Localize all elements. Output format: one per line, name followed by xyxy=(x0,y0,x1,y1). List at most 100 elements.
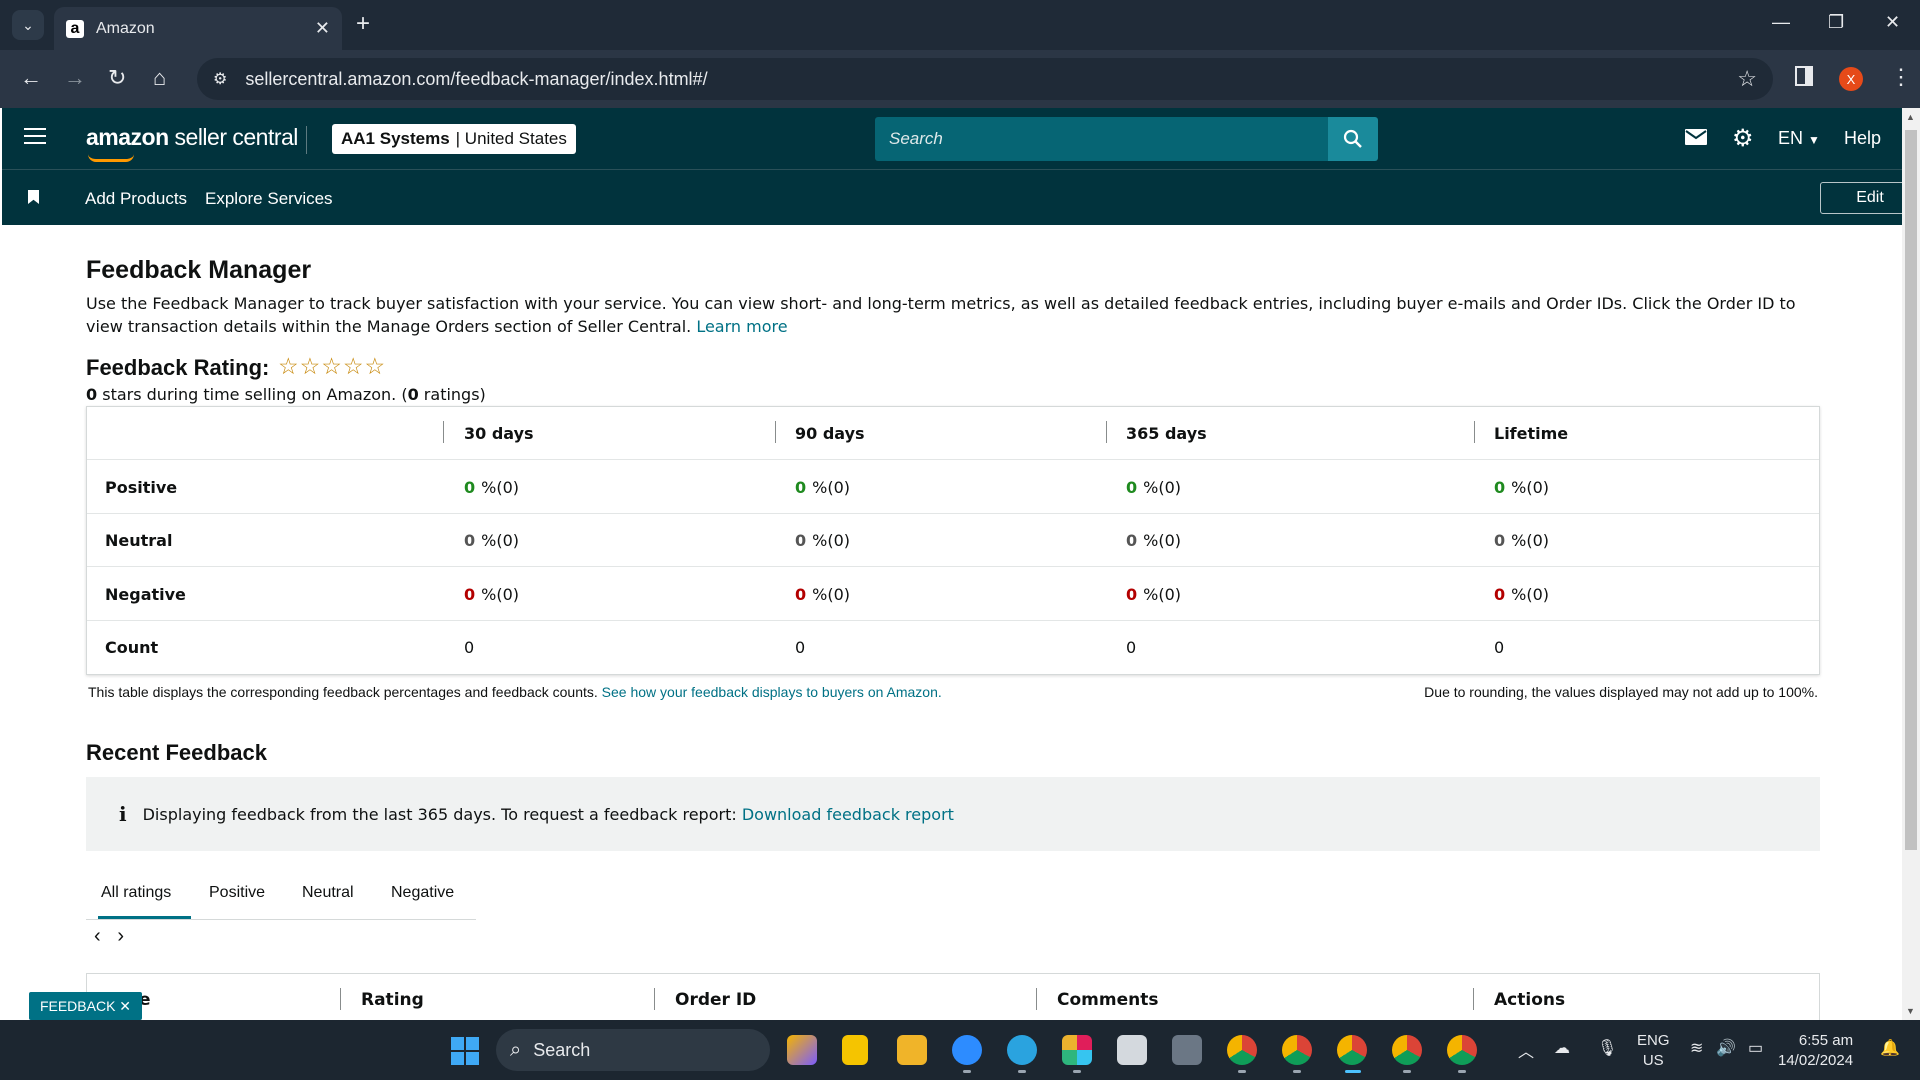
new-tab-button[interactable]: + xyxy=(356,12,370,36)
help-link[interactable]: Help xyxy=(1844,128,1881,149)
feedback-display-link[interactable]: See how your feedback displays to buyers… xyxy=(602,684,942,700)
side-panel-icon[interactable] xyxy=(1795,66,1813,86)
profile-avatar[interactable]: X xyxy=(1839,67,1863,91)
value-percent: %(0) xyxy=(1143,584,1182,604)
hamburger-menu-icon[interactable] xyxy=(24,128,46,149)
value-percent: %(0) xyxy=(481,584,520,604)
download-feedback-report-link[interactable]: Download feedback report xyxy=(742,805,954,824)
chrome-icon[interactable] xyxy=(1227,1035,1257,1065)
chevron-right-icon[interactable]: › xyxy=(117,925,124,947)
value-number: 0 xyxy=(464,584,476,604)
address-bar[interactable]: ⚙ sellercentral.amazon.com/feedback-mana… xyxy=(197,58,1773,100)
tab-close-icon[interactable]: ✕ xyxy=(315,18,330,39)
rating-stars-icon: ☆☆☆☆☆ xyxy=(278,353,387,379)
settings-gear-icon[interactable]: ⚙ xyxy=(1732,124,1754,153)
calculator-icon[interactable] xyxy=(1172,1035,1202,1065)
column-header-rating[interactable]: Rating xyxy=(361,990,424,1010)
subnav-add-products[interactable]: Add Products xyxy=(85,189,187,209)
running-indicator xyxy=(963,1070,971,1073)
back-button[interactable]: ← xyxy=(20,66,42,90)
account-switcher[interactable]: AA1 Systems | United States xyxy=(332,124,576,154)
site-info-icon[interactable]: ⚙ xyxy=(213,69,227,89)
running-indicator xyxy=(1238,1070,1246,1073)
value-number: 0 xyxy=(464,530,476,550)
snipping-tool-icon[interactable] xyxy=(1117,1035,1147,1065)
intro-body: Use the Feedback Manager to track buyer … xyxy=(86,294,1796,336)
tab-all-ratings[interactable]: All ratings xyxy=(101,884,171,902)
bookmark-icon[interactable] xyxy=(28,190,39,204)
close-window-button[interactable]: ✕ xyxy=(1885,12,1900,33)
scroll-thumb[interactable] xyxy=(1905,130,1917,850)
table-header-row: 30 days 90 days 365 days Lifetime xyxy=(87,407,1819,460)
subnav-bar: Add Products Explore Services Edit xyxy=(2,170,1920,225)
search-button[interactable] xyxy=(1328,117,1378,161)
onedrive-icon[interactable]: ☁ xyxy=(1554,1038,1570,1058)
intro-text: Use the Feedback Manager to track buyer … xyxy=(86,292,1820,338)
language-indicator[interactable]: ENG US xyxy=(1637,1031,1670,1071)
column-header-actions: Actions xyxy=(1494,990,1566,1010)
clock[interactable]: 6:55 am 14/02/2024 xyxy=(1778,1031,1853,1071)
account-region: | United States xyxy=(455,129,567,148)
scroll-up-icon[interactable]: ▲ xyxy=(1906,112,1915,122)
table-row-negative: Negative 0 %(0) 0 %(0) 0 %(0) 0 %(0) xyxy=(87,568,1819,621)
volume-icon[interactable]: 🔊 xyxy=(1716,1038,1736,1058)
subnav-explore-services[interactable]: Explore Services xyxy=(205,189,333,209)
scroll-down-icon[interactable]: ▼ xyxy=(1906,1006,1915,1016)
active-tab-indicator xyxy=(98,916,191,919)
telegram-icon[interactable] xyxy=(1007,1035,1037,1065)
feedback-widget-button[interactable]: FEEDBACK ✕ xyxy=(29,992,142,1020)
minimize-button[interactable]: — xyxy=(1772,12,1790,33)
home-button[interactable]: ⌂ xyxy=(153,66,166,90)
design-app-icon[interactable] xyxy=(787,1035,817,1065)
battery-icon[interactable]: ▭ xyxy=(1748,1038,1763,1058)
chrome-icon[interactable] xyxy=(1447,1035,1477,1065)
chrome-icon[interactable] xyxy=(1282,1035,1312,1065)
wifi-icon[interactable]: ≋ xyxy=(1690,1038,1703,1058)
file-explorer-icon[interactable] xyxy=(897,1035,927,1065)
language-selector[interactable]: EN ▼ xyxy=(1778,128,1820,149)
forward-button[interactable]: → xyxy=(64,66,86,90)
tab-neutral[interactable]: Neutral xyxy=(302,884,354,902)
learn-more-link[interactable]: Learn more xyxy=(696,317,787,336)
column-header-30-days: 30 days xyxy=(464,423,534,443)
tab-positive[interactable]: Positive xyxy=(209,884,265,902)
page-scrollbar[interactable]: ▲ ▼ xyxy=(1902,108,1920,1020)
mail-icon[interactable] xyxy=(1685,128,1707,151)
bookmark-star-icon[interactable]: ☆ xyxy=(1737,66,1757,92)
info-text: Displaying feedback from the last 365 da… xyxy=(142,804,737,824)
chevron-left-icon[interactable]: ‹ xyxy=(94,925,101,947)
windows-start-icon[interactable] xyxy=(451,1037,479,1065)
search-input[interactable]: Search xyxy=(875,117,1328,161)
browser-tab[interactable]: a Amazon ✕ xyxy=(54,7,342,50)
rating-title: Feedback Rating: xyxy=(86,355,270,380)
reload-button[interactable]: ↻ xyxy=(108,66,126,90)
chrome-icon[interactable] xyxy=(1392,1035,1422,1065)
chevron-up-icon[interactable]: ︿ xyxy=(1518,1038,1534,1062)
tab-search-button[interactable]: ⌄ xyxy=(12,10,44,40)
table-cell: 0 %(0) xyxy=(795,514,850,566)
value-number: 0 xyxy=(795,584,807,604)
restore-button[interactable]: ❐ xyxy=(1828,12,1844,33)
table-note-text: This table displays the corresponding fe… xyxy=(88,684,602,700)
count-cell: 0 xyxy=(795,638,806,657)
info-alert: i Displaying feedback from the last 365 … xyxy=(86,777,1820,851)
lang-bottom: US xyxy=(1642,1052,1664,1069)
seller-central-logo[interactable]: amazon seller central xyxy=(86,124,298,162)
value-number: 0 xyxy=(1494,584,1506,604)
browser-menu-icon[interactable]: ⋮ xyxy=(1890,64,1912,90)
value-number: 0 xyxy=(1494,530,1506,550)
slack-icon[interactable] xyxy=(1062,1035,1092,1065)
notification-bell-icon[interactable]: 🔔 xyxy=(1880,1038,1900,1058)
rating-stars-value: 0 xyxy=(86,385,98,404)
chrome-icon[interactable] xyxy=(1337,1035,1367,1065)
recent-feedback-title: Recent Feedback xyxy=(86,740,267,765)
microphone-icon[interactable]: 🎙 xyxy=(1597,1038,1617,1058)
rating-count-text: ratings) xyxy=(418,385,486,404)
search-icon: ⌕ xyxy=(510,1038,522,1061)
tab-negative[interactable]: Negative xyxy=(391,884,454,902)
sticky-notes-icon[interactable] xyxy=(842,1035,868,1065)
taskbar-search[interactable]: ⌕ Search xyxy=(496,1029,770,1071)
browser-toolbar: ← → ↻ ⌂ ⚙ sellercentral.amazon.com/feedb… xyxy=(0,50,1920,108)
zoom-icon[interactable] xyxy=(952,1035,982,1065)
rating-stars-text: stars during time selling on Amazon. ( xyxy=(97,385,408,404)
